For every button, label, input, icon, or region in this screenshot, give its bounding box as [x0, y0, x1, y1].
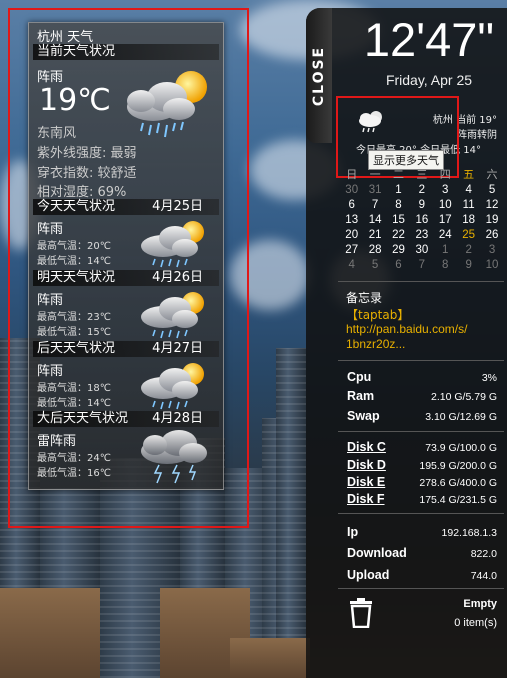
- disk-c-value: 73.9 G/100.0 G: [425, 442, 497, 454]
- weekday-label: 三: [416, 169, 428, 181]
- swap-label: Swap: [347, 409, 380, 423]
- swap-value: 3.10 G/12.69 G: [425, 411, 497, 423]
- divider: [338, 431, 504, 432]
- calendar-day[interactable]: 6: [340, 198, 363, 213]
- calendar-day[interactable]: 8: [434, 258, 457, 273]
- calendar-day[interactable]: 8: [387, 198, 410, 213]
- download-label: Download: [347, 546, 407, 560]
- ram-label: Ram: [347, 389, 375, 403]
- ip-value: 192.168.1.3: [441, 527, 497, 539]
- calendar-day[interactable]: 23: [410, 228, 433, 243]
- calendar-day[interactable]: 7: [410, 258, 433, 273]
- calendar-day[interactable]: 20: [340, 228, 363, 243]
- calendar-week: 13 14 15 16 17 18 19: [340, 213, 504, 228]
- calendar-day[interactable]: 12: [480, 198, 503, 213]
- calendar-day[interactable]: 30: [340, 183, 363, 198]
- weekday-label: 一: [369, 169, 381, 181]
- calendar-week: 30 31 1 2 3 4 5: [340, 183, 504, 198]
- weekday-label: 日: [346, 169, 358, 181]
- calendar-day[interactable]: 10: [480, 258, 503, 273]
- cpu-value: 3%: [481, 372, 497, 384]
- calendar-header-row: 日 一 二 三 四 五 六: [340, 168, 504, 183]
- weekday-label: 六: [486, 169, 498, 181]
- upload-label: Upload: [347, 568, 390, 582]
- empty-trash-button[interactable]: Empty: [463, 598, 497, 610]
- disk-e-value: 278.6 G/400.0 G: [419, 477, 497, 489]
- calendar-day[interactable]: 15: [387, 213, 410, 228]
- calendar-week: 6 7 8 9 10 11 12: [340, 198, 504, 213]
- calendar-day[interactable]: 30: [410, 243, 433, 258]
- disk-e-label[interactable]: Disk E: [347, 475, 385, 489]
- calendar-day[interactable]: 4: [340, 258, 363, 273]
- highlight-box: [8, 8, 249, 528]
- calendar-day[interactable]: 24: [434, 228, 457, 243]
- cpu-label: Cpu: [347, 370, 372, 384]
- weekday-label: 二: [392, 169, 404, 181]
- trash-item-count: 0 item(s): [454, 617, 497, 629]
- memo-title: 备忘录: [346, 291, 383, 305]
- memo-tag[interactable]: 【taptab】: [346, 306, 409, 323]
- calendar-day[interactable]: 10: [434, 198, 457, 213]
- disk-f-value: 175.4 G/231.5 G: [419, 494, 497, 506]
- highlight-box: [336, 96, 459, 178]
- calendar-day[interactable]: 19: [480, 213, 503, 228]
- trash-icon[interactable]: [348, 598, 374, 628]
- calendar-day[interactable]: 28: [363, 243, 386, 258]
- ip-label: Ip: [347, 525, 359, 539]
- memo-link[interactable]: http://pan.baidu.com/s/ 1bnzr20z...: [346, 322, 467, 352]
- calendar-day[interactable]: 7: [363, 198, 386, 213]
- calendar-day[interactable]: 5: [363, 258, 386, 273]
- calendar-day[interactable]: 21: [363, 228, 386, 243]
- divider: [338, 588, 504, 589]
- calendar-day[interactable]: 2: [410, 183, 433, 198]
- weekday-label: 五: [463, 169, 475, 181]
- calendar-day[interactable]: 17: [434, 213, 457, 228]
- calendar-week: 4 5 6 7 8 9 10: [340, 258, 504, 273]
- calendar-week: 27 28 29 30 1 2 3: [340, 243, 504, 258]
- memo-link-line: 1bnzr20z...: [346, 337, 406, 351]
- disk-f-label[interactable]: Disk F: [347, 492, 385, 506]
- calendar-day[interactable]: 1: [387, 183, 410, 198]
- clock-time: 12'47": [363, 13, 495, 66]
- upload-value: 744.0: [470, 570, 497, 582]
- mini-weather-condition: 阵雨转阴: [457, 130, 497, 141]
- download-value: 822.0: [470, 548, 497, 560]
- clock-date: Friday, Apr 25: [385, 72, 473, 88]
- calendar-day[interactable]: 18: [457, 213, 480, 228]
- calendar-week: 20 21 22 23 24 25 26: [340, 228, 504, 243]
- memo-link-line: http://pan.baidu.com/s/: [346, 322, 468, 336]
- calendar-day[interactable]: 9: [410, 198, 433, 213]
- calendar-day[interactable]: 22: [387, 228, 410, 243]
- calendar-day[interactable]: 13: [340, 213, 363, 228]
- disk-c-label[interactable]: Disk C: [347, 440, 386, 454]
- calendar-day[interactable]: 3: [434, 183, 457, 198]
- calendar-day[interactable]: 14: [363, 213, 386, 228]
- calendar-day[interactable]: 2: [457, 243, 480, 258]
- divider: [338, 281, 504, 282]
- calendar-day[interactable]: 1: [434, 243, 457, 258]
- calendar-day[interactable]: 3: [480, 243, 503, 258]
- weekday-label: 四: [439, 169, 451, 181]
- close-button[interactable]: CLOSE: [306, 8, 332, 143]
- calendar-day[interactable]: 4: [457, 183, 480, 198]
- calendar-day[interactable]: 29: [387, 243, 410, 258]
- calendar-day-today[interactable]: 25: [457, 228, 480, 243]
- close-label: CLOSE: [311, 45, 327, 106]
- calendar-day[interactable]: 26: [480, 228, 503, 243]
- calendar-day[interactable]: 6: [387, 258, 410, 273]
- ram-value: 2.10 G/5.79 G: [431, 391, 497, 403]
- disk-d-label[interactable]: Disk D: [347, 458, 386, 472]
- calendar-day[interactable]: 11: [457, 198, 480, 213]
- calendar-day[interactable]: 27: [340, 243, 363, 258]
- divider: [338, 513, 504, 514]
- divider: [338, 360, 504, 361]
- calendar-day[interactable]: 16: [410, 213, 433, 228]
- disk-d-value: 195.9 G/200.0 G: [419, 460, 497, 472]
- calendar-day[interactable]: 31: [363, 183, 386, 198]
- calendar-day[interactable]: 9: [457, 258, 480, 273]
- calendar: 日 一 二 三 四 五 六 30 31 1 2 3 4 5 6 7 8 9 10…: [340, 168, 504, 273]
- calendar-day[interactable]: 5: [480, 183, 503, 198]
